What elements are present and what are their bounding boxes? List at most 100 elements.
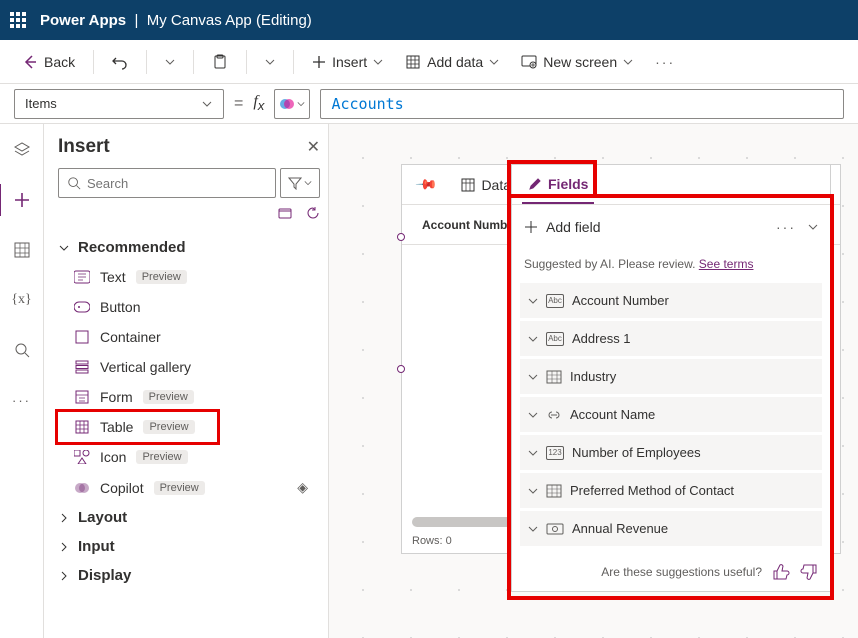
filter-button[interactable]: [280, 168, 320, 198]
section-display[interactable]: Display: [58, 561, 320, 590]
selection-handle[interactable]: [397, 365, 405, 373]
paste-button[interactable]: [204, 48, 236, 76]
insert-item-button[interactable]: Button: [58, 292, 320, 322]
gallery-icon: [74, 359, 90, 375]
chevron-down-icon: [201, 98, 213, 110]
panel-title: Insert: [58, 136, 110, 158]
chevron-down-icon: [489, 57, 499, 67]
chevron-down-icon: [528, 410, 538, 420]
undo-button[interactable]: [104, 48, 136, 76]
container-icon: [74, 329, 90, 345]
thumbs-down-icon[interactable]: [800, 563, 818, 581]
field-type-icon: Abc: [546, 294, 564, 308]
text-icon: [74, 269, 90, 285]
rail-data[interactable]: [6, 234, 38, 266]
sidebar-rail: {x} ···: [0, 124, 44, 638]
insert-item-container[interactable]: Container: [58, 322, 320, 352]
section-input[interactable]: Input: [58, 532, 320, 561]
plus-icon: [524, 220, 538, 234]
chevron-down-icon: [58, 242, 70, 254]
insert-item-copilot[interactable]: Copilot Preview ◈: [58, 472, 320, 503]
field-label: Account Name: [570, 407, 655, 422]
rail-insert[interactable]: [6, 184, 38, 216]
field-type-icon: 123: [546, 446, 564, 460]
chevron-down-icon: [373, 57, 383, 67]
import-icon: [278, 206, 294, 220]
ai-suggestion-notice: Suggested by AI. Please review. See term…: [512, 249, 830, 279]
field-type-icon: [546, 370, 562, 384]
search-icon: [67, 176, 81, 190]
shapes-icon: [74, 449, 90, 465]
field-item[interactable]: Annual Revenue: [520, 511, 822, 546]
chevron-right-icon: [58, 512, 70, 524]
refresh-icon: [306, 206, 320, 220]
paste-dropdown[interactable]: [257, 51, 283, 73]
more-button[interactable]: ···: [647, 48, 683, 76]
variables-icon: {x}: [11, 292, 31, 308]
thumbs-up-icon[interactable]: [772, 563, 790, 581]
rail-more[interactable]: ···: [6, 384, 38, 416]
back-button[interactable]: Back: [14, 48, 83, 76]
insert-button[interactable]: Insert: [304, 48, 391, 76]
search-input-wrapper[interactable]: [58, 168, 276, 198]
copilot-icon: [74, 480, 90, 496]
add-field-button[interactable]: Add field ···: [512, 205, 830, 249]
insert-item-text[interactable]: Text Preview: [58, 262, 320, 292]
insert-item-table[interactable]: Table Preview: [58, 412, 320, 442]
search-input[interactable]: [87, 176, 267, 191]
insert-panel: Insert ✕ Recommended Text Preview: [44, 124, 329, 638]
field-item[interactable]: Account Name: [520, 397, 822, 432]
refresh-button[interactable]: [306, 206, 320, 223]
chevron-down-icon: [808, 222, 818, 232]
selection-handle[interactable]: [397, 233, 405, 241]
back-arrow-icon: [22, 54, 38, 70]
insert-item-icon[interactable]: Icon Preview: [58, 442, 320, 472]
chevron-down-icon: [265, 57, 275, 67]
rail-tree-view[interactable]: [6, 134, 38, 166]
app-launcher-icon[interactable]: [10, 12, 26, 28]
new-screen-button[interactable]: New screen: [513, 48, 641, 76]
add-data-button[interactable]: Add data: [397, 48, 507, 76]
field-item[interactable]: Preferred Method of Contact: [520, 473, 822, 508]
clipboard-icon: [212, 54, 228, 70]
fields-panel: Fields Add field ··· Suggested by AI. Pl…: [511, 164, 831, 592]
copilot-icon: [279, 96, 295, 112]
import-button[interactable]: [278, 206, 294, 223]
close-icon[interactable]: ✕: [307, 137, 320, 157]
insert-item-form[interactable]: Form Preview: [58, 382, 320, 412]
section-layout[interactable]: Layout: [58, 503, 320, 532]
field-item[interactable]: Industry: [520, 359, 822, 394]
more-icon[interactable]: ···: [776, 219, 796, 235]
field-label: Annual Revenue: [572, 521, 668, 536]
feedback-row: Are these suggestions useful?: [512, 553, 830, 591]
header-title: Power Apps | My Canvas App (Editing): [40, 12, 312, 29]
insert-item-vertical-gallery[interactable]: Vertical gallery: [58, 352, 320, 382]
section-recommended[interactable]: Recommended: [58, 233, 320, 262]
property-selector[interactable]: Items: [14, 89, 224, 119]
field-label: Account Number: [572, 293, 669, 308]
chevron-down-icon: [623, 57, 633, 67]
rail-search[interactable]: [6, 334, 38, 366]
undo-dropdown[interactable]: [157, 51, 183, 73]
chevron-down-icon: [528, 372, 538, 382]
tab-data[interactable]: Data: [455, 165, 517, 204]
rail-variables[interactable]: {x}: [6, 284, 38, 316]
fx-icon: fx: [253, 93, 264, 113]
canvas-area[interactable]: 📌 Data Account Numbe Rows: 0 Fields: [329, 124, 858, 638]
filter-icon: [288, 176, 302, 190]
tab-fields[interactable]: Fields: [522, 165, 594, 204]
chevron-down-icon: [165, 57, 175, 67]
see-terms-link[interactable]: See terms: [699, 257, 754, 271]
field-item[interactable]: 123Number of Employees: [520, 435, 822, 470]
field-label: Industry: [570, 369, 616, 384]
chevron-down-icon: [528, 524, 538, 534]
chevron-down-icon: [528, 486, 538, 496]
chevron-down-icon: [297, 100, 305, 108]
copilot-formula-button[interactable]: [274, 89, 310, 119]
field-item[interactable]: AbcAddress 1: [520, 321, 822, 356]
chevron-down-icon: [528, 334, 538, 344]
field-item[interactable]: Abc Account Number: [520, 283, 822, 318]
formula-input[interactable]: [320, 89, 844, 119]
chevron-down-icon: [304, 179, 312, 187]
pin-button[interactable]: 📌: [412, 165, 441, 204]
